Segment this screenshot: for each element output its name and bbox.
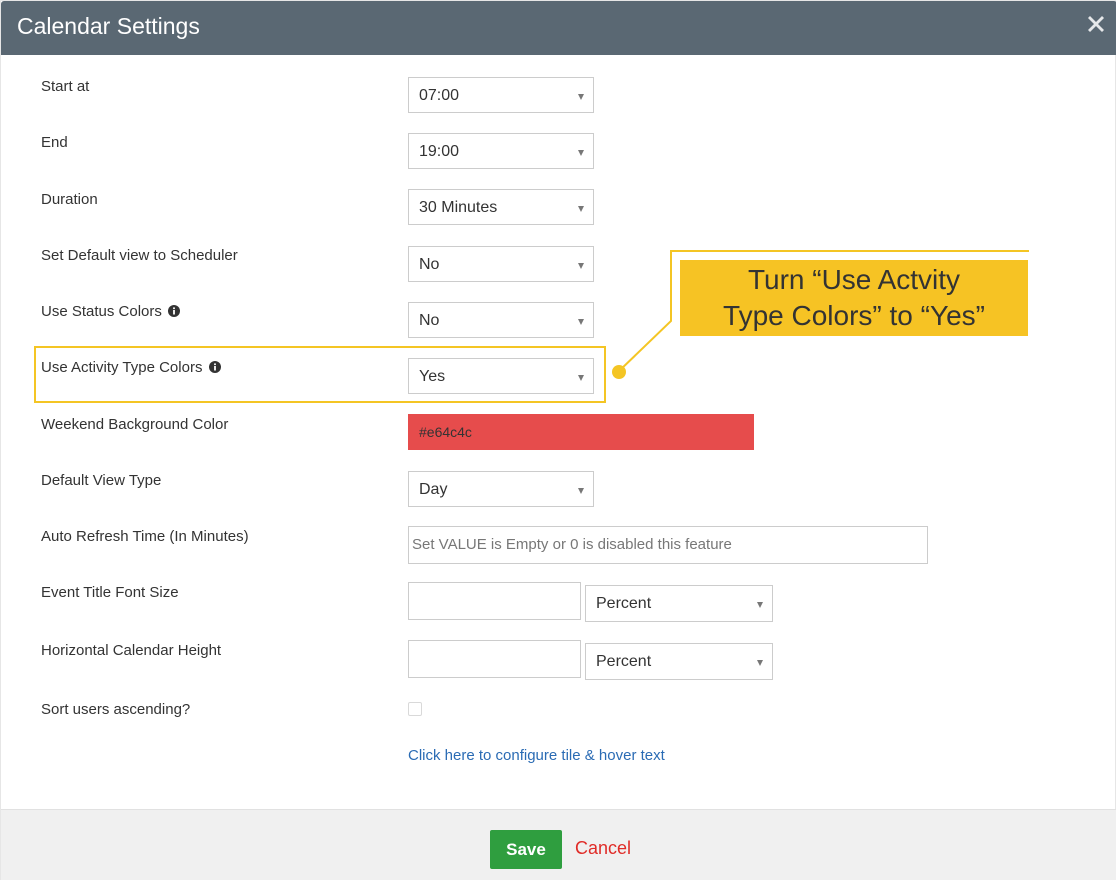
cancel-button[interactable]: Cancel [575,836,631,860]
start-at-select[interactable]: 07:00 [408,77,594,113]
auto-refresh-label: Auto Refresh Time (In Minutes) [41,528,249,545]
horizontal-calendar-height-unit-value: Percent [596,653,652,670]
chevron-down-icon [578,206,584,212]
default-view-scheduler-select[interactable]: No [408,246,594,282]
dialog-header: Calendar Settings [1,1,1116,55]
end-select[interactable]: 19:00 [408,133,594,169]
horizontal-calendar-height-unit-select[interactable]: Percent [585,643,773,680]
info-circle-icon[interactable] [168,305,181,317]
use-status-colors-select[interactable]: No [408,302,594,338]
horizontal-calendar-height-label: Horizontal Calendar Height [41,642,222,659]
use-status-colors-value: No [419,312,440,329]
duration-select[interactable]: 30 Minutes [408,189,594,225]
annotation-highlight-box [34,346,606,403]
calendar-settings-dialog: Calendar Settings Start at 07:00 End 19:… [0,0,1116,880]
horizontal-calendar-height-input[interactable] [408,640,581,678]
dialog-title: Calendar Settings [17,13,200,39]
default-view-scheduler-label: Set Default view to Scheduler [41,247,238,264]
use-status-colors-label-text: Use Status Colors [41,303,162,320]
sort-users-ascending-checkbox[interactable] [408,702,422,716]
default-view-scheduler-value: No [419,256,440,273]
configure-tile-hover-link[interactable]: Click here to configure tile & hover tex… [408,746,665,766]
use-status-colors-label: Use Status Colors [41,302,181,322]
start-at-label: Start at [41,78,90,95]
annotation-line-2: Type Colors” to “Yes” [723,300,985,331]
end-value: 19:00 [419,143,460,160]
chevron-down-icon [578,150,584,156]
save-button[interactable]: Save [490,830,562,869]
event-title-font-size-unit-value: Percent [596,595,652,612]
sort-users-ascending-label: Sort users ascending? [41,701,191,718]
weekend-bg-color-input[interactable]: #e64c4c [408,414,754,450]
chevron-down-icon [578,94,584,100]
event-title-font-size-unit-select[interactable]: Percent [585,585,773,622]
event-title-font-size-label: Event Title Font Size [41,584,179,601]
event-title-font-size-input[interactable] [408,582,581,620]
end-label: End [41,134,68,151]
weekend-bg-color-label: Weekend Background Color [41,416,229,433]
chevron-down-icon [578,488,584,494]
annotation-line-1: Turn “Use Actvity [747,264,961,295]
duration-label: Duration [41,191,98,208]
close-icon[interactable] [1085,13,1107,35]
annotation-callout: Turn “Use Actvity Type Colors” to “Yes” [680,260,1028,336]
chevron-down-icon [757,602,763,608]
auto-refresh-input[interactable]: Set VALUE is Empty or 0 is disabled this… [408,526,928,564]
duration-value: 30 Minutes [419,199,498,216]
chevron-down-icon [578,263,584,269]
default-view-type-select[interactable]: Day [408,471,594,507]
start-at-value: 07:00 [419,87,460,104]
dialog-footer: Save Cancel [1,809,1116,880]
chevron-down-icon [578,319,584,325]
chevron-down-icon [757,660,763,666]
default-view-type-value: Day [419,481,448,498]
default-view-type-label: Default View Type [41,472,162,489]
